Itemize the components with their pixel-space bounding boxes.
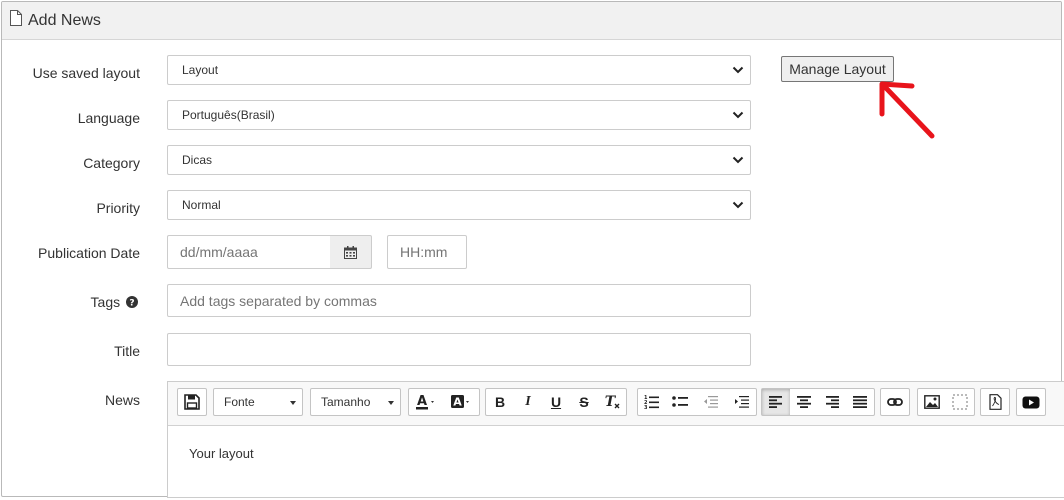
format-group: B I U S T: [485, 388, 627, 416]
media-group: [917, 388, 975, 416]
layout-label: Use saved layout: [32, 65, 140, 81]
category-select-value: Dicas: [182, 153, 213, 167]
chevron-down-icon: [732, 201, 744, 209]
panel-header: Add News: [2, 2, 1061, 40]
caret-down-icon: [290, 401, 296, 405]
svg-text:?: ?: [129, 299, 134, 309]
color-group: A A: [408, 388, 480, 416]
chevron-down-icon: [732, 66, 744, 74]
caret-down-icon: [388, 401, 394, 405]
outdent-button[interactable]: [694, 389, 726, 415]
annotation-arrow-icon: [879, 81, 935, 139]
calendar-icon: [344, 245, 357, 259]
indent-icon: [735, 396, 749, 408]
title-label: Title: [114, 343, 140, 359]
video-group: [1016, 388, 1046, 416]
clear-format-button[interactable]: T: [598, 389, 626, 415]
news-editor: Fonte Tamanho A A B I U S T 123 Your lay…: [167, 381, 1064, 498]
tags-label-text: Tags: [90, 294, 121, 310]
justify-icon: [853, 396, 867, 408]
align-right-button[interactable]: [818, 389, 846, 415]
unordered-list-button[interactable]: [666, 389, 694, 415]
justify-button[interactable]: [846, 389, 874, 415]
video-button[interactable]: [1017, 389, 1045, 415]
youtube-icon: [1022, 396, 1040, 408]
svg-text:A: A: [453, 396, 462, 409]
help-circle-icon[interactable]: ?: [126, 296, 138, 309]
align-left-button[interactable]: [762, 389, 790, 415]
unordered-list-icon: [672, 396, 688, 407]
font-family-combo[interactable]: Fonte: [213, 388, 303, 416]
placeholder-button[interactable]: [946, 389, 974, 415]
align-right-icon: [826, 396, 839, 408]
dashed-frame-icon: [952, 394, 968, 410]
title-input[interactable]: [167, 333, 751, 366]
language-select[interactable]: Português(Brasil): [167, 100, 751, 130]
text-color-icon: A: [415, 394, 434, 410]
ordered-list-button[interactable]: 123: [638, 389, 666, 415]
chevron-down-icon: [732, 111, 744, 119]
layout-select-value: Layout: [182, 63, 219, 77]
background-color-button[interactable]: A: [444, 389, 479, 415]
tags-input[interactable]: [167, 284, 751, 317]
category-label: Category: [83, 155, 140, 171]
floppy-icon: [184, 394, 200, 410]
editor-toolbar: Fonte Tamanho A A B I U S T 123: [168, 382, 1064, 426]
text-color-button[interactable]: A: [409, 389, 444, 415]
underline-button[interactable]: U: [542, 389, 570, 415]
svg-text:3: 3: [644, 405, 648, 409]
category-select[interactable]: Dicas: [167, 145, 751, 175]
image-icon: [924, 395, 940, 409]
pdf-icon: [988, 394, 1002, 410]
align-center-icon: [797, 396, 811, 408]
link-button[interactable]: [881, 389, 909, 415]
list-group: 123: [637, 388, 757, 416]
indent-button[interactable]: [726, 389, 756, 415]
pdf-group: [980, 388, 1010, 416]
pdf-button[interactable]: [981, 389, 1009, 415]
priority-label: Priority: [96, 200, 140, 216]
calendar-button[interactable]: [330, 235, 372, 269]
page-title: Add News: [28, 11, 101, 29]
align-left-icon: [769, 396, 782, 408]
publication-time-input[interactable]: [387, 235, 467, 269]
priority-select[interactable]: Normal: [167, 190, 751, 220]
save-group: [177, 388, 207, 416]
news-label: News: [104, 392, 140, 408]
font-family-label: Fonte: [224, 395, 255, 409]
link-group: [880, 388, 910, 416]
publication-date-label: Publication Date: [38, 245, 140, 261]
align-center-button[interactable]: [790, 389, 818, 415]
font-size-label: Tamanho: [321, 395, 371, 409]
font-size-combo[interactable]: Tamanho: [310, 388, 401, 416]
layout-select[interactable]: Layout: [167, 55, 751, 85]
language-label: Language: [77, 110, 140, 126]
ordered-list-icon: 123: [644, 395, 659, 409]
save-button[interactable]: [178, 389, 206, 415]
chevron-down-icon: [732, 156, 744, 164]
outdent-icon: [704, 396, 718, 408]
align-group: [761, 388, 875, 416]
publication-date-input[interactable]: [167, 235, 331, 269]
svg-text:A: A: [416, 394, 426, 409]
strikethrough-button[interactable]: S: [570, 389, 598, 415]
italic-button[interactable]: I: [514, 389, 542, 415]
language-select-value: Português(Brasil): [182, 108, 275, 122]
clear-format-icon: T: [605, 394, 620, 410]
link-icon: [887, 398, 903, 406]
tags-label: Tags ?: [91, 294, 138, 310]
file-icon: [9, 10, 28, 31]
bold-button[interactable]: B: [486, 389, 514, 415]
priority-select-value: Normal: [182, 198, 221, 212]
background-color-icon: A: [450, 395, 469, 409]
image-button[interactable]: [918, 389, 946, 415]
editor-content[interactable]: Your layout: [168, 426, 1064, 481]
